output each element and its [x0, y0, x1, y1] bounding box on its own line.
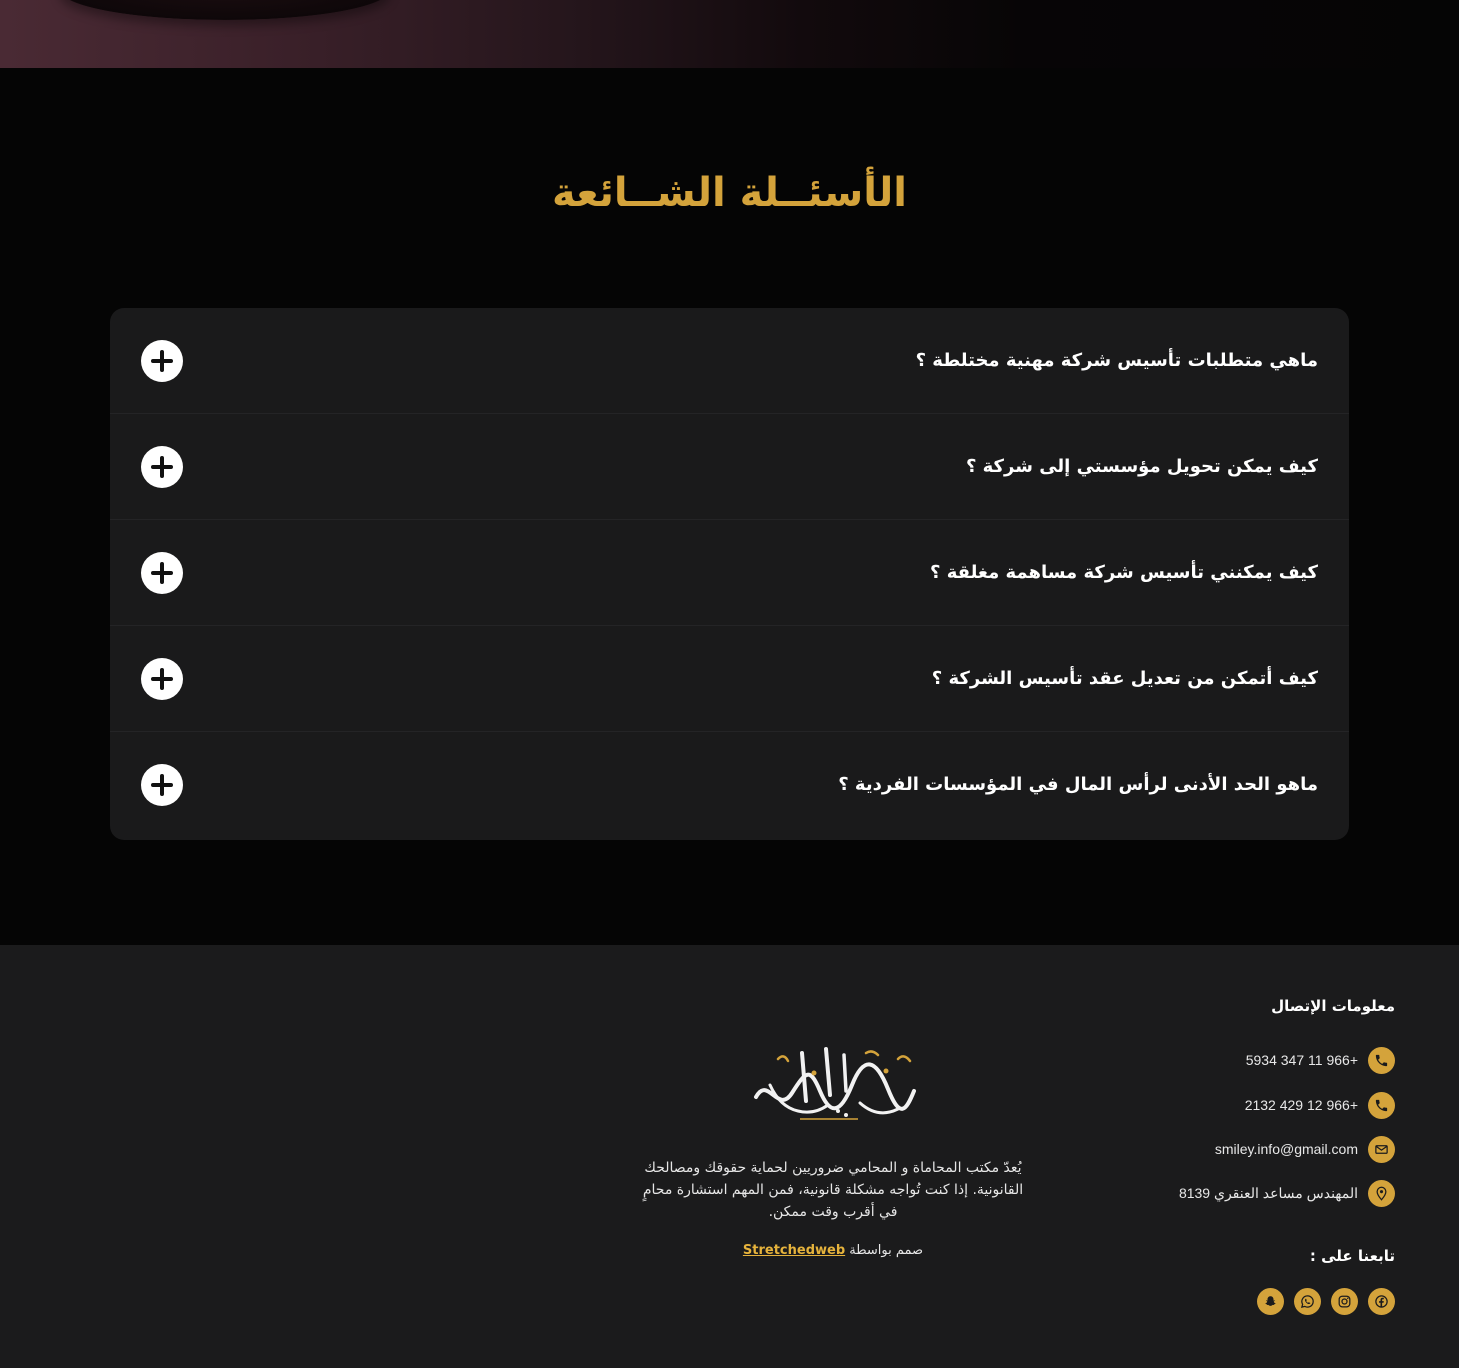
faq-question[interactable]: كيف يمكنني تأسيس شركة مساهمة مغلقة ؟ [930, 520, 1318, 626]
credit-prefix: صمم بواسطة [849, 1243, 924, 1258]
credit-link[interactable]: Stretchedweb [743, 1243, 845, 1258]
hero-image-strip [0, 0, 1459, 68]
faq-question[interactable]: ماهي متطلبات تأسيس شركة مهنية مختلطة ؟ [916, 308, 1318, 414]
plus-icon[interactable] [141, 764, 183, 806]
phone-icon [1368, 1091, 1395, 1119]
plus-icon[interactable] [141, 658, 183, 700]
calligraphy-logo [748, 1045, 920, 1127]
faq-question[interactable]: كيف يمكن تحويل مؤسستي إلى شركة ؟ [966, 414, 1318, 520]
about-text: يُعدّ مكتب المحاماة و المحامي ضروريين لح… [642, 1160, 1024, 1220]
gavel-image [60, 0, 390, 20]
plus-icon[interactable] [141, 552, 183, 594]
location-pin-icon [1368, 1179, 1395, 1207]
snapchat-icon[interactable] [1257, 1288, 1284, 1315]
phone-number[interactable]: +966 12 429 2132 [1245, 1097, 1358, 1113]
social-links [1257, 1288, 1395, 1315]
faq-title: الأسئــلة الشــائعة [552, 170, 907, 216]
phone-icon [1368, 1046, 1395, 1074]
contact-phone-1[interactable]: +966 11 347 5934 [1246, 1046, 1395, 1074]
faq-item[interactable]: ماهو الحد الأدنى لرأس المال في المؤسسات … [110, 732, 1349, 838]
plus-icon[interactable] [141, 446, 183, 488]
contact-email[interactable]: smiley.info@gmail.com [1215, 1135, 1395, 1163]
contact-address[interactable]: المهندس مساعد العنقري 8139 [1179, 1179, 1395, 1207]
whatsapp-icon[interactable] [1294, 1288, 1321, 1315]
faq-accordion: ماهي متطلبات تأسيس شركة مهنية مختلطة ؟ ك… [110, 308, 1349, 840]
plus-icon[interactable] [141, 340, 183, 382]
email-address[interactable]: smiley.info@gmail.com [1215, 1141, 1358, 1157]
street-address: المهندس مساعد العنقري 8139 [1178, 1184, 1358, 1201]
faq-item[interactable]: كيف يمكنني تأسيس شركة مساهمة مغلقة ؟ [110, 520, 1349, 626]
instagram-icon[interactable] [1331, 1288, 1358, 1315]
faq-item[interactable]: ماهي متطلبات تأسيس شركة مهنية مختلطة ؟ [110, 308, 1349, 414]
follow-heading: تابعنا على : [1309, 1247, 1395, 1265]
faq-question[interactable]: كيف أتمكن من تعديل عقد تأسيس الشركة ؟ [932, 626, 1318, 732]
faq-item[interactable]: كيف يمكن تحويل مؤسستي إلى شركة ؟ [110, 414, 1349, 520]
faq-question[interactable]: ماهو الحد الأدنى لرأس المال في المؤسسات … [838, 732, 1318, 838]
designer-credit: صمم بواسطة Stretchedweb [640, 1243, 1026, 1258]
contact-heading: معلومات الإتصال [1271, 997, 1395, 1015]
facebook-icon[interactable] [1368, 1288, 1395, 1315]
footer: معلومات الإتصال +966 11 347 5934 +966 12… [0, 945, 1459, 1368]
faq-item[interactable]: كيف أتمكن من تعديل عقد تأسيس الشركة ؟ [110, 626, 1349, 732]
contact-phone-2[interactable]: +966 12 429 2132 [1245, 1091, 1395, 1119]
phone-number[interactable]: +966 11 347 5934 [1246, 1052, 1358, 1068]
mail-icon [1368, 1135, 1395, 1163]
